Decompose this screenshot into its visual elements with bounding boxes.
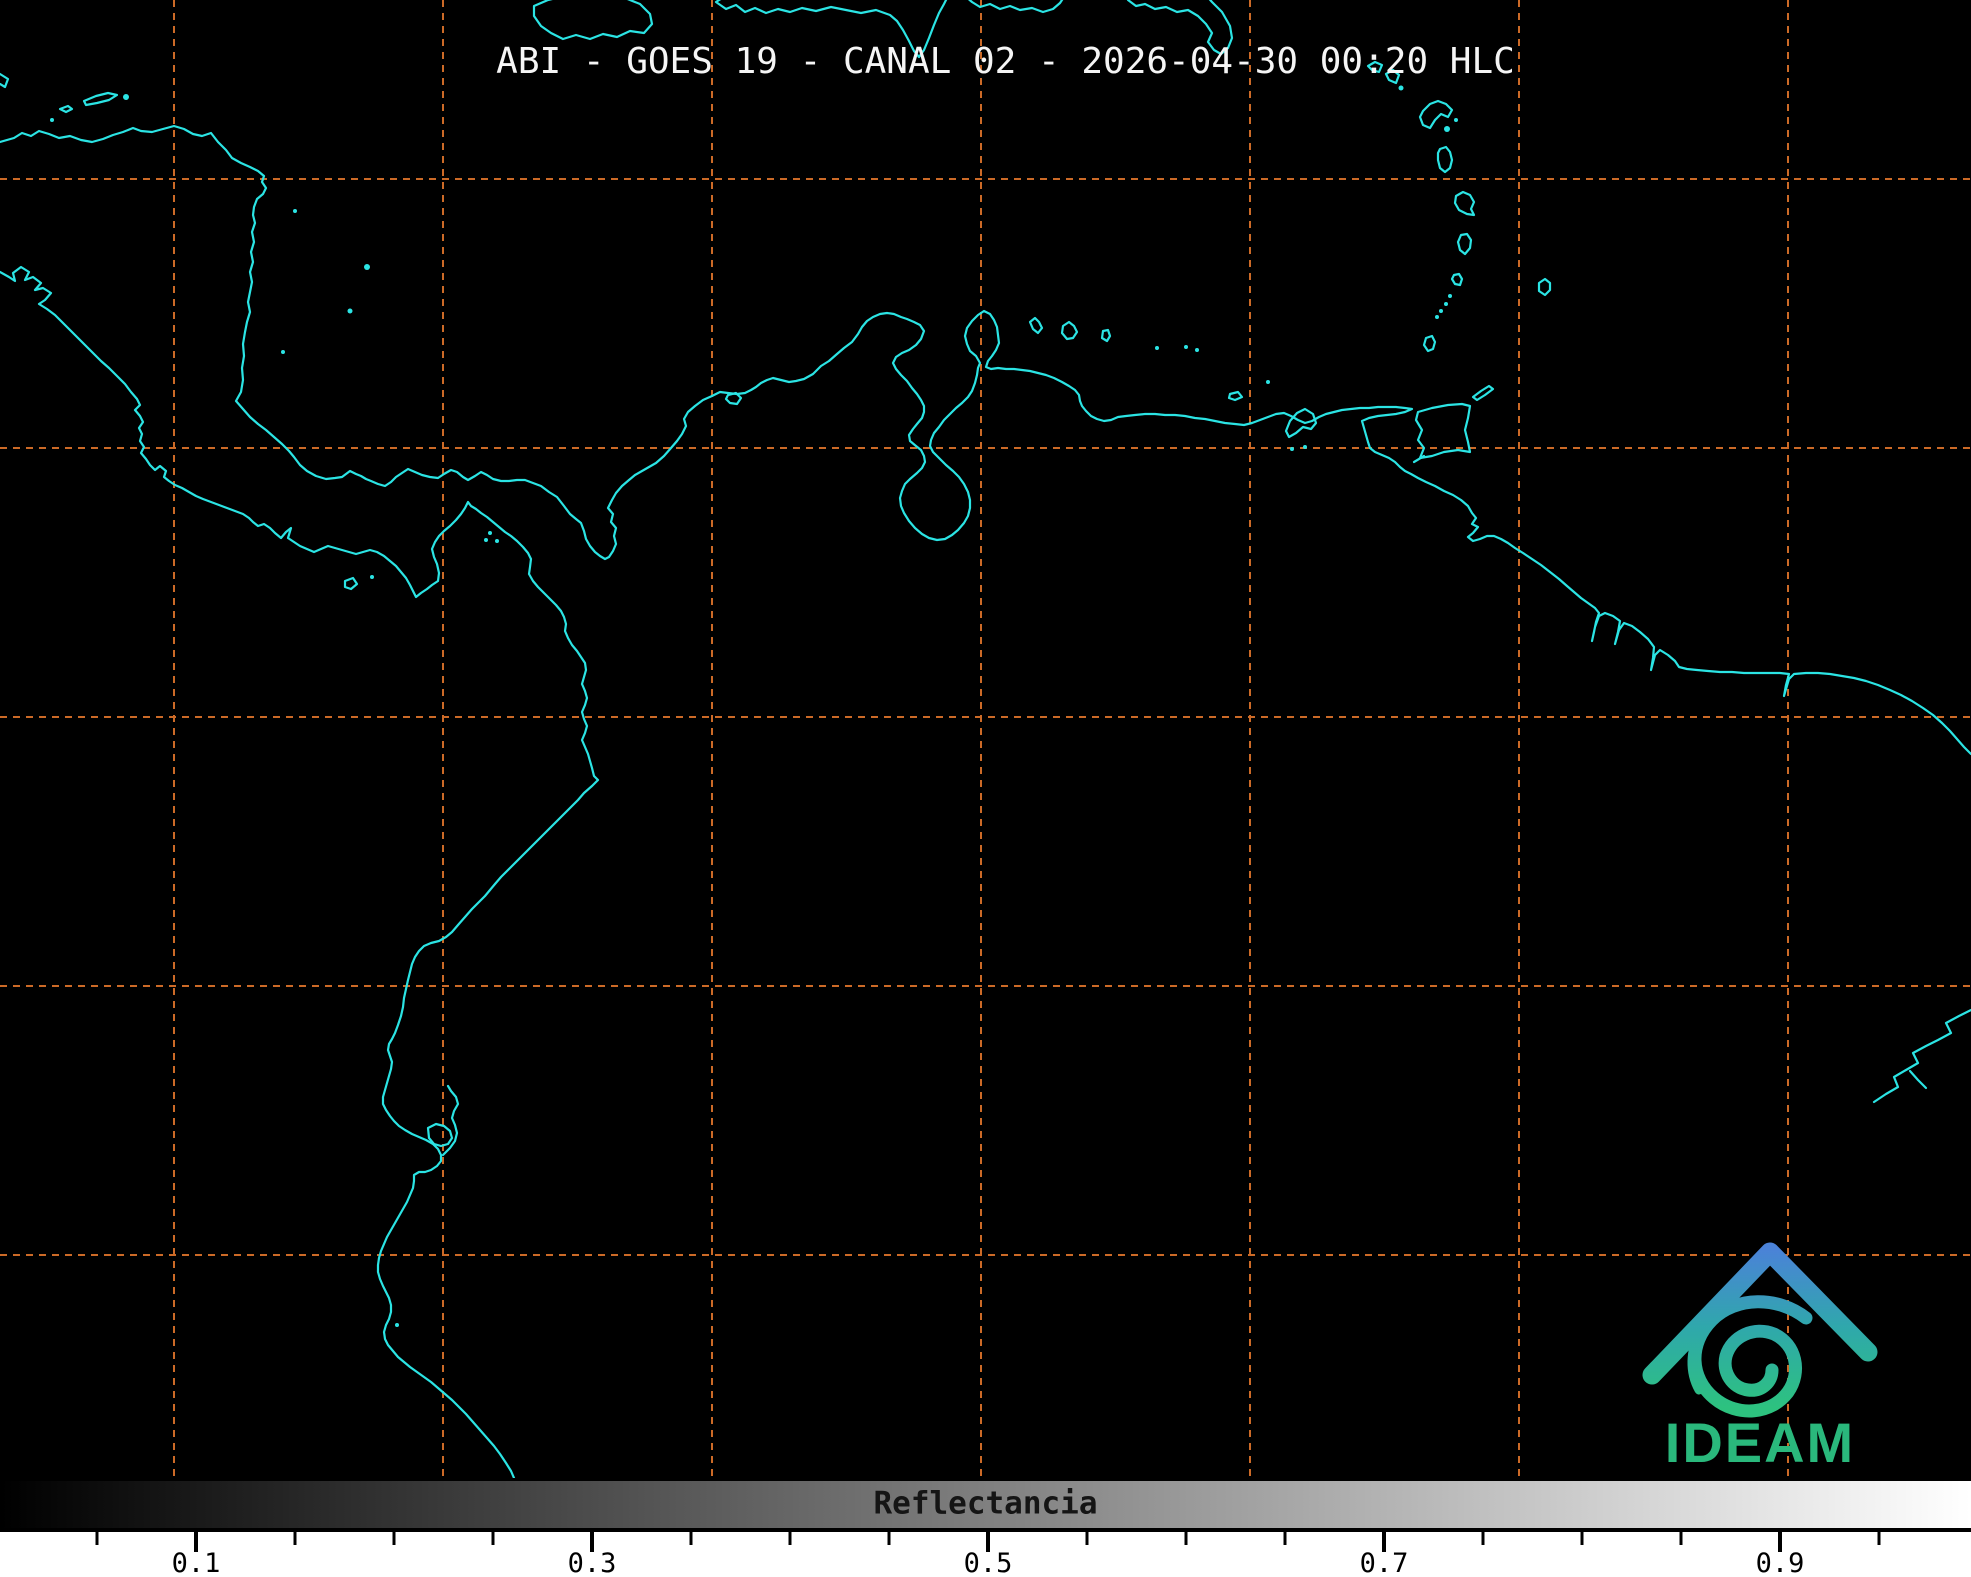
- island-dot: [484, 538, 488, 542]
- colorbar-tick-label: 0.7: [1360, 1548, 1409, 1577]
- island-dot: [495, 539, 499, 543]
- coastline: [1062, 322, 1077, 339]
- coastline: [1539, 279, 1550, 295]
- colorbar-minor-tick: [96, 1532, 99, 1545]
- colorbar-minor-tick: [888, 1532, 891, 1545]
- island-dot: [370, 575, 374, 579]
- coastlines-layer: [0, 0, 1971, 1478]
- coastline: [1473, 386, 1493, 400]
- coastline: [534, 0, 652, 39]
- colorbar-tick-label: 0.9: [1756, 1548, 1805, 1577]
- coastline: [1452, 274, 1462, 285]
- colorbar-minor-tick: [1878, 1532, 1881, 1545]
- colorbar-minor-tick: [1680, 1532, 1683, 1545]
- colorbar-scale: 0.1 0.3 0.5 0.7 0.9: [0, 1532, 1971, 1577]
- coastline: [345, 578, 357, 589]
- satellite-image-viewport: IDEAM ABI - GOES 19 - CANAL 02 - 2026-04…: [0, 0, 1971, 1577]
- colorbar-label: Reflectancia: [874, 1485, 1098, 1521]
- island-dot: [1184, 345, 1188, 349]
- coastline: [726, 393, 741, 404]
- graticule-grid: [0, 0, 1971, 1478]
- coastline: [1030, 318, 1042, 333]
- island-dot: [364, 264, 370, 270]
- coastline: [428, 1124, 452, 1146]
- island-dot: [1444, 126, 1450, 132]
- coastline: [1910, 1071, 1926, 1088]
- island-dot: [348, 309, 353, 314]
- colorbar-tick-label: 0.1: [172, 1548, 221, 1577]
- coastline: [1458, 234, 1471, 254]
- coastline: [1414, 456, 1424, 462]
- colorbar: Reflectancia 0.1 0.3 0.5 0.7 0.9: [0, 1478, 1971, 1577]
- logo-roof-icon: [1652, 1252, 1868, 1375]
- colorbar-tick-label: 0.5: [964, 1548, 1013, 1577]
- colorbar-minor-tick: [1284, 1532, 1287, 1545]
- island-dot: [1155, 346, 1159, 350]
- colorbar-minor-tick: [1581, 1532, 1584, 1545]
- island-dot: [293, 209, 297, 213]
- coastline: [1874, 1010, 1971, 1102]
- island-dot: [1195, 348, 1199, 352]
- island-dot: [1303, 445, 1307, 449]
- island-dot: [1454, 118, 1458, 122]
- colorbar-minor-tick: [1086, 1532, 1089, 1545]
- coastline: [1455, 192, 1474, 215]
- colorbar-minor-tick: [393, 1532, 396, 1545]
- ideam-logo: IDEAM: [1652, 1252, 1868, 1474]
- logo-spiral-icon: [1695, 1302, 1806, 1411]
- coastline: [0, 74, 8, 87]
- coastline: [1286, 409, 1316, 437]
- colorbar-minor-tick: [690, 1532, 693, 1545]
- colorbar-minor-tick: [294, 1532, 297, 1545]
- island-dot: [1266, 380, 1270, 384]
- island-dot: [123, 94, 129, 100]
- coastline: [0, 126, 1971, 754]
- coastline: [1420, 101, 1452, 128]
- island-dot: [1439, 309, 1443, 313]
- coastline: [60, 106, 72, 112]
- coastline: [1424, 336, 1435, 351]
- logo-text: IDEAM: [1665, 1411, 1855, 1474]
- colorbar-minor-tick: [492, 1532, 495, 1545]
- colorbar-minor-tick: [789, 1532, 792, 1545]
- coastline: [1102, 330, 1110, 341]
- island-dot: [1435, 315, 1439, 319]
- island-dot: [1290, 447, 1294, 451]
- coastline: [84, 93, 117, 105]
- colorbar-minor-tick: [1185, 1532, 1188, 1545]
- satellite-map: IDEAM: [0, 0, 1971, 1577]
- island-dot: [488, 531, 492, 535]
- image-title: ABI - GOES 19 - CANAL 02 - 2026-04-30 00…: [40, 41, 1971, 82]
- island-dot: [395, 1323, 399, 1327]
- island-dot: [1448, 294, 1452, 298]
- island-dot: [1399, 86, 1404, 91]
- coastline: [1416, 404, 1470, 458]
- island-dot: [1444, 302, 1448, 306]
- coastline: [1229, 392, 1242, 400]
- island-dot: [50, 118, 54, 122]
- colorbar-tick-label: 0.3: [568, 1548, 617, 1577]
- coastline: [1438, 147, 1452, 172]
- island-dot: [281, 350, 285, 354]
- colorbar-gradient: Reflectancia: [0, 1478, 1971, 1532]
- colorbar-minor-tick: [1482, 1532, 1485, 1545]
